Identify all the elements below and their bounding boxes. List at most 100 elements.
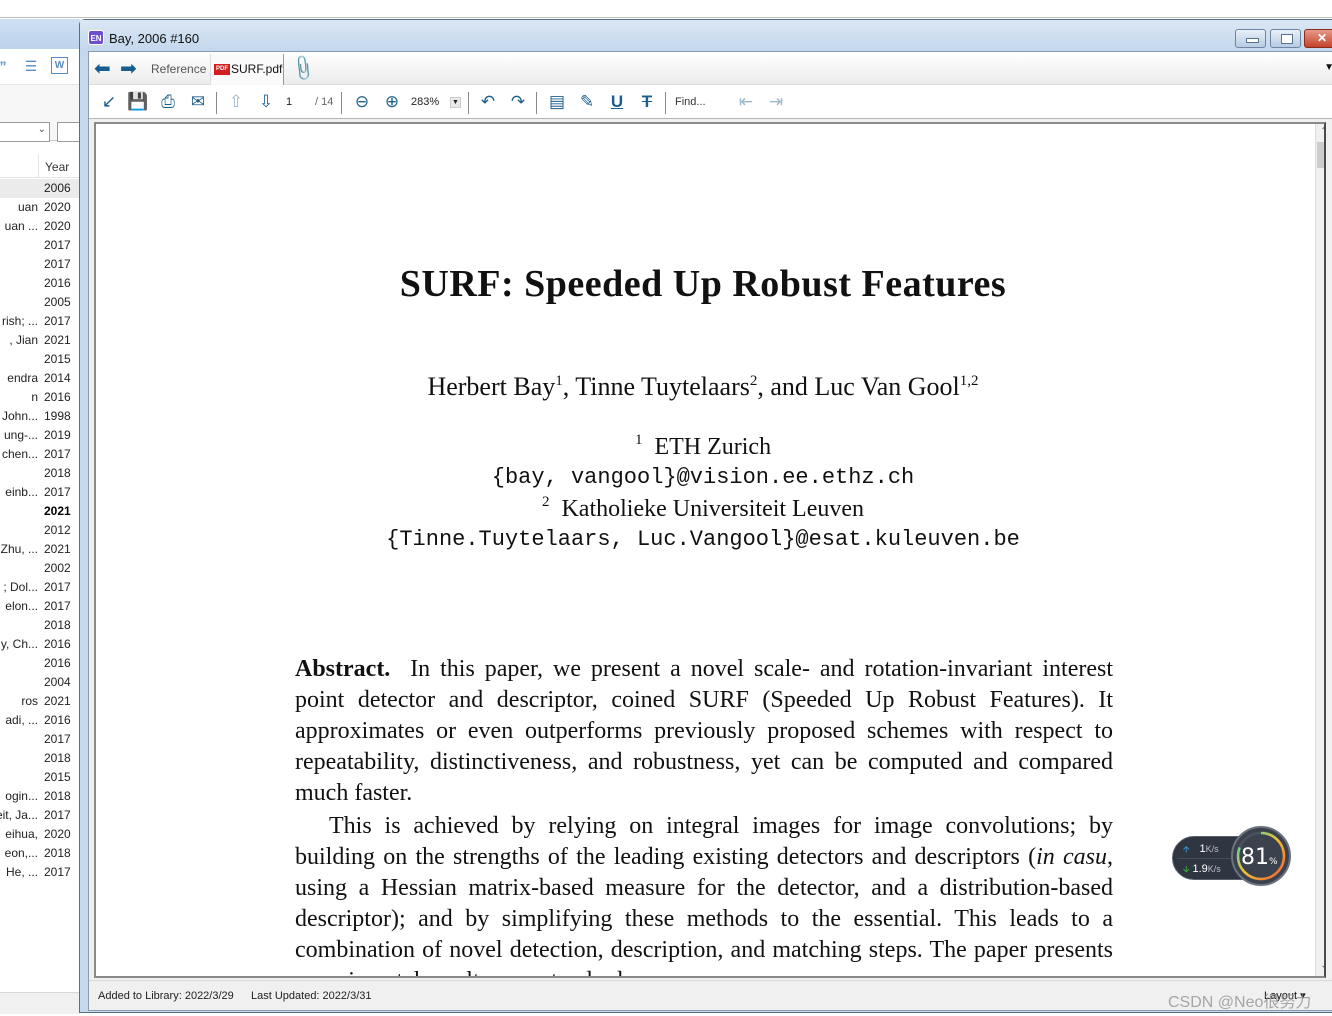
reference-row[interactable]: 2017 xyxy=(0,255,80,274)
reference-row[interactable]: 2004 xyxy=(0,673,80,692)
zoom-level[interactable]: 283% xyxy=(411,96,439,108)
top-strip xyxy=(0,0,1332,18)
download-arrow-icon: 🡫 xyxy=(1183,864,1190,874)
pdf-file-icon: PDF xyxy=(214,64,230,75)
reference-row[interactable]: 2002 xyxy=(0,559,80,578)
word-icon[interactable]: W xyxy=(51,57,68,74)
strikethrough-icon[interactable]: T xyxy=(636,91,658,113)
row-author: adi, ... xyxy=(5,713,38,727)
rotate-right-icon[interactable]: ↷ xyxy=(507,91,529,113)
zoom-in-icon[interactable]: ⊕ xyxy=(381,91,403,113)
find-next-icon[interactable]: ⇥ xyxy=(765,91,787,113)
highlight-text-icon[interactable]: ✎ xyxy=(576,91,598,113)
next-page-icon[interactable]: ⇩ xyxy=(255,91,277,113)
find-previous-icon[interactable]: ⇤ xyxy=(735,91,757,113)
reference-row[interactable]: 2018 xyxy=(0,749,80,768)
reference-row[interactable]: eit, Ja... 2017 xyxy=(0,806,80,825)
reference-row[interactable]: uan ... 2020 xyxy=(0,217,80,236)
previous-page-icon[interactable]: ⇧ xyxy=(225,91,247,113)
memory-usage-gauge[interactable]: 81% xyxy=(1231,826,1291,886)
library-toolbar: ” ☰ W xyxy=(0,49,80,85)
column-header-year[interactable]: Year xyxy=(45,160,69,174)
reference-row[interactable]: 2017 xyxy=(0,730,80,749)
author-name: Luc Van Gool xyxy=(814,372,960,401)
library-filter: ⌄ xyxy=(0,85,80,142)
reference-row[interactable]: ogin... 2018 xyxy=(0,787,80,806)
row-year: 2016 xyxy=(44,656,71,670)
print-icon[interactable]: ⎙ xyxy=(157,91,179,113)
reference-row[interactable]: elon... 2017 xyxy=(0,597,80,616)
current-page-input[interactable]: 1 xyxy=(286,96,292,108)
edit-reference-icon[interactable]: ☰ xyxy=(22,57,40,75)
pdf-viewport[interactable]: SURF: Speeded Up Robust Features Herbert… xyxy=(94,122,1326,978)
column-divider[interactable] xyxy=(38,154,39,178)
reference-row[interactable]: 2017 xyxy=(0,236,80,255)
maximize-button[interactable] xyxy=(1270,29,1301,48)
sticky-note-icon[interactable]: ▤ xyxy=(546,91,568,113)
paper-authors: Herbert Bay1, Tinne Tuytelaars2, and Luc… xyxy=(96,372,1310,402)
reference-row[interactable]: uan 2020 xyxy=(0,198,80,217)
reference-row[interactable]: 2012 xyxy=(0,521,80,540)
email-2: {Tinne.Tuytelaars, Luc.Vangool}@esat.kul… xyxy=(386,527,1020,552)
reference-row[interactable]: Zhu, ... 2021 xyxy=(0,540,80,559)
reference-row[interactable]: n 2016 xyxy=(0,388,80,407)
reference-row[interactable]: y, Ch... 2016 xyxy=(0,635,80,654)
reference-row[interactable]: eihua, 2020 xyxy=(0,825,80,844)
reference-window: EN Bay, 2006 #160 ✕ ⬅ ➡ Reference PDF SU… xyxy=(79,19,1332,1013)
reference-row[interactable]: einb... 2017 xyxy=(0,483,80,502)
save-icon[interactable]: 💾 xyxy=(127,91,149,113)
row-author: eihua, xyxy=(5,827,38,841)
paperclip-icon[interactable]: 📎 xyxy=(288,53,319,83)
row-author: ogin... xyxy=(5,789,38,803)
reference-row[interactable]: 2021 xyxy=(0,502,80,521)
reference-row[interactable]: ; Dol... 2017 xyxy=(0,578,80,597)
forward-arrow-icon[interactable]: ➡ xyxy=(120,59,137,79)
close-button[interactable]: ✕ xyxy=(1304,29,1332,48)
reference-row[interactable]: 2005 xyxy=(0,293,80,312)
reference-row[interactable]: ung-... 2019 xyxy=(0,426,80,445)
scroll-down-icon[interactable]: ⌄ xyxy=(1316,960,1324,974)
reference-row[interactable]: adi, ... 2016 xyxy=(0,711,80,730)
reference-row[interactable]: endra 2014 xyxy=(0,369,80,388)
list-header: Year xyxy=(0,154,80,178)
reference-row[interactable]: ros 2021 xyxy=(0,692,80,711)
reference-row[interactable]: 2016 xyxy=(0,274,80,293)
search-input[interactable] xyxy=(57,122,80,142)
tab-overflow-icon[interactable]: ▼ xyxy=(1324,62,1332,73)
row-author: John... xyxy=(1,409,38,423)
reference-row[interactable]: chen... 2017 xyxy=(0,445,80,464)
open-external-icon[interactable]: ↙ xyxy=(98,91,120,113)
reference-row[interactable]: John... 1998 xyxy=(0,407,80,426)
reference-row[interactable]: 2006 xyxy=(0,179,80,198)
zoom-dropdown-icon[interactable]: ▼ xyxy=(450,97,461,108)
scroll-up-icon[interactable]: ⌃ xyxy=(1316,126,1324,140)
minimize-button[interactable] xyxy=(1235,29,1266,48)
vertical-scrollbar[interactable]: ⌃ ⌄ xyxy=(1315,124,1324,976)
window-titlebar[interactable]: EN Bay, 2006 #160 ✕ xyxy=(80,20,1332,51)
group-select[interactable]: ⌄ xyxy=(0,122,50,142)
reference-row[interactable]: 2015 xyxy=(0,350,80,369)
reference-row[interactable]: , Jian 2021 xyxy=(0,331,80,350)
library-pane: ” ☰ W ⌄ Year 2006 uan 2020 uan ... 2020 2017 2… xyxy=(0,19,80,1016)
rotate-left-icon[interactable]: ↶ xyxy=(477,91,499,113)
find-input[interactable]: Find... xyxy=(675,96,706,108)
reference-row[interactable]: eon,... 2018 xyxy=(0,844,80,863)
affiliation-1-sup: 1 xyxy=(634,432,643,448)
tab-pdf[interactable]: PDF SURF.pdf xyxy=(210,54,284,85)
back-arrow-icon[interactable]: ⬅ xyxy=(94,59,111,79)
tab-reference[interactable]: Reference xyxy=(151,54,206,85)
reference-row[interactable]: 2015 xyxy=(0,768,80,787)
row-year: 2020 xyxy=(44,827,71,841)
zoom-out-icon[interactable]: ⊖ xyxy=(351,91,373,113)
email-icon[interactable]: ✉ xyxy=(187,91,209,113)
scroll-thumb[interactable] xyxy=(1317,142,1324,168)
reference-row[interactable]: He, ... 2017 xyxy=(0,863,80,882)
reference-row[interactable]: 2018 xyxy=(0,464,80,483)
reference-row[interactable]: 2018 xyxy=(0,616,80,635)
insert-citation-icon[interactable]: ” xyxy=(0,57,12,75)
reference-row[interactable]: rish; ... 2017 xyxy=(0,312,80,331)
reference-row[interactable]: 2016 xyxy=(0,654,80,673)
underline-icon[interactable]: U xyxy=(606,91,628,113)
row-author: ung-... xyxy=(3,428,38,442)
toolbar-divider xyxy=(665,92,666,114)
